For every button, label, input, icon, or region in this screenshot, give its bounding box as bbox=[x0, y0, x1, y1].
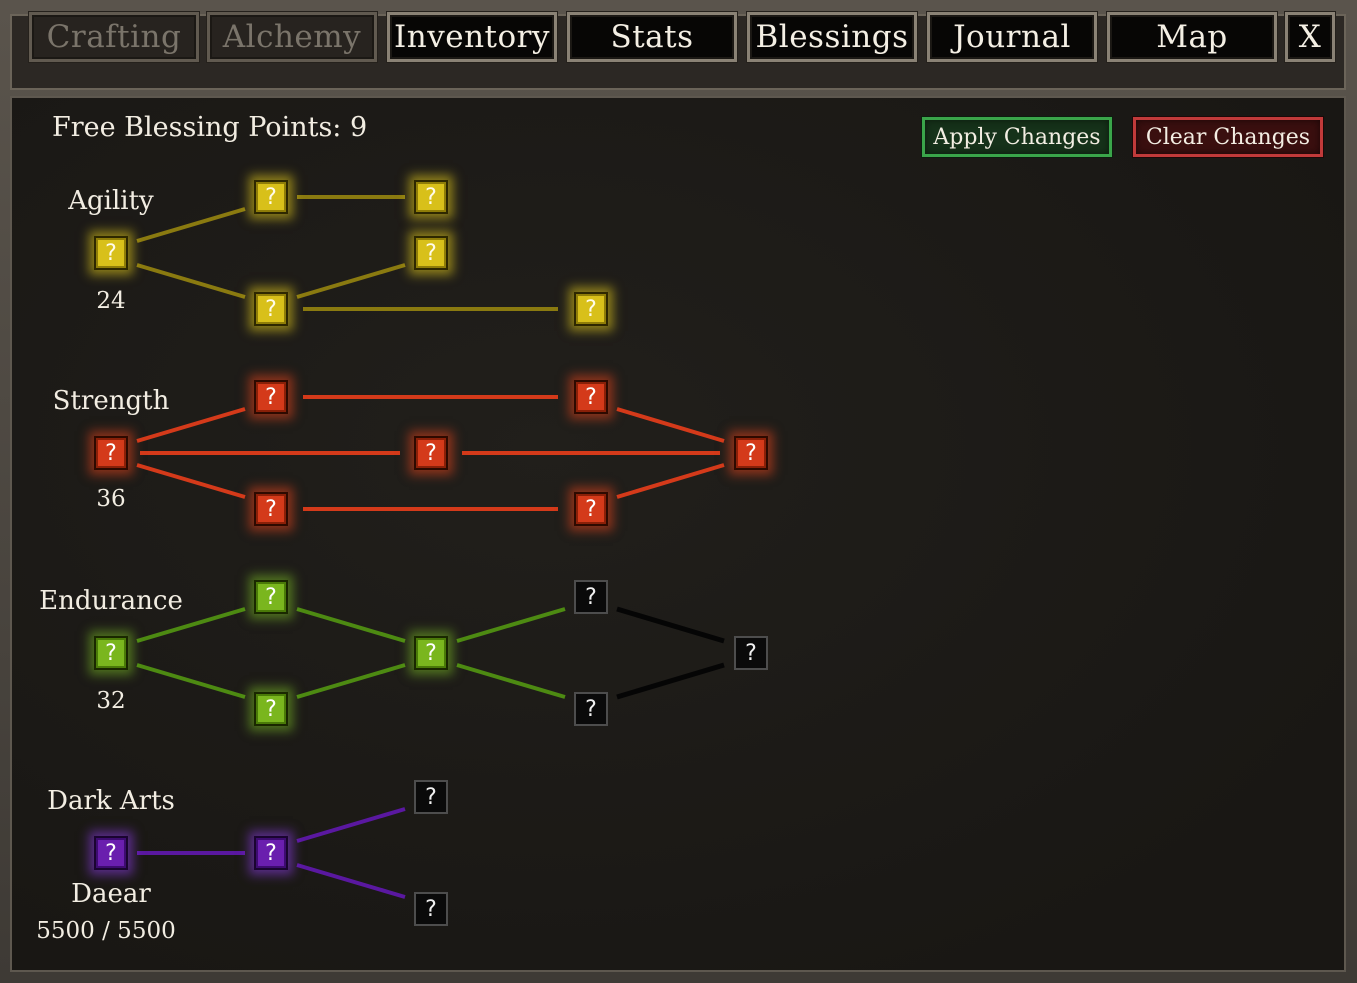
strength-node[interactable]: ? bbox=[414, 436, 448, 470]
tree-links bbox=[136, 195, 725, 899]
dark-arts-label: Dark Arts bbox=[47, 786, 175, 816]
strength-node[interactable]: ? bbox=[574, 492, 608, 526]
endurance-node-locked[interactable]: ? bbox=[574, 580, 608, 614]
strength-node[interactable]: ? bbox=[254, 492, 288, 526]
dark-arts-node-locked[interactable]: ? bbox=[414, 892, 448, 926]
endurance-node-locked[interactable]: ? bbox=[734, 636, 768, 670]
agility-node[interactable]: ? bbox=[414, 180, 448, 214]
dark-arts-node[interactable]: ? bbox=[254, 836, 288, 870]
blessings-window: Crafting Alchemy Inventory Stats Blessin… bbox=[0, 0, 1357, 983]
agility-node[interactable]: ? bbox=[254, 180, 288, 214]
dark-arts-node-locked[interactable]: ? bbox=[414, 780, 448, 814]
endurance-node[interactable]: ? bbox=[254, 580, 288, 614]
agility-value: 24 bbox=[96, 288, 126, 314]
strength-value: 36 bbox=[96, 486, 126, 512]
endurance-label: Endurance bbox=[39, 586, 183, 616]
strength-node[interactable]: ? bbox=[94, 436, 128, 470]
endurance-node[interactable]: ? bbox=[94, 636, 128, 670]
agility-links bbox=[136, 195, 558, 311]
endurance-node-locked[interactable]: ? bbox=[574, 692, 608, 726]
endurance-value: 32 bbox=[96, 688, 126, 714]
endurance-node[interactable]: ? bbox=[254, 692, 288, 726]
strength-label: Strength bbox=[52, 386, 170, 416]
agility-node[interactable]: ? bbox=[414, 236, 448, 270]
strength-node[interactable]: ? bbox=[574, 380, 608, 414]
agility-node[interactable]: ? bbox=[574, 292, 608, 326]
agility-label: Agility bbox=[68, 186, 154, 216]
endurance-locked-links bbox=[616, 606, 725, 700]
dark-arts-value: 5500 / 5500 bbox=[36, 918, 176, 944]
agility-node[interactable]: ? bbox=[254, 292, 288, 326]
agility-node[interactable]: ? bbox=[94, 236, 128, 270]
dark-arts-node[interactable]: ? bbox=[94, 836, 128, 870]
endurance-links bbox=[136, 607, 566, 699]
strength-node[interactable]: ? bbox=[254, 380, 288, 414]
deity-name: Daear bbox=[71, 879, 151, 909]
strength-node[interactable]: ? bbox=[734, 436, 768, 470]
endurance-node[interactable]: ? bbox=[414, 636, 448, 670]
